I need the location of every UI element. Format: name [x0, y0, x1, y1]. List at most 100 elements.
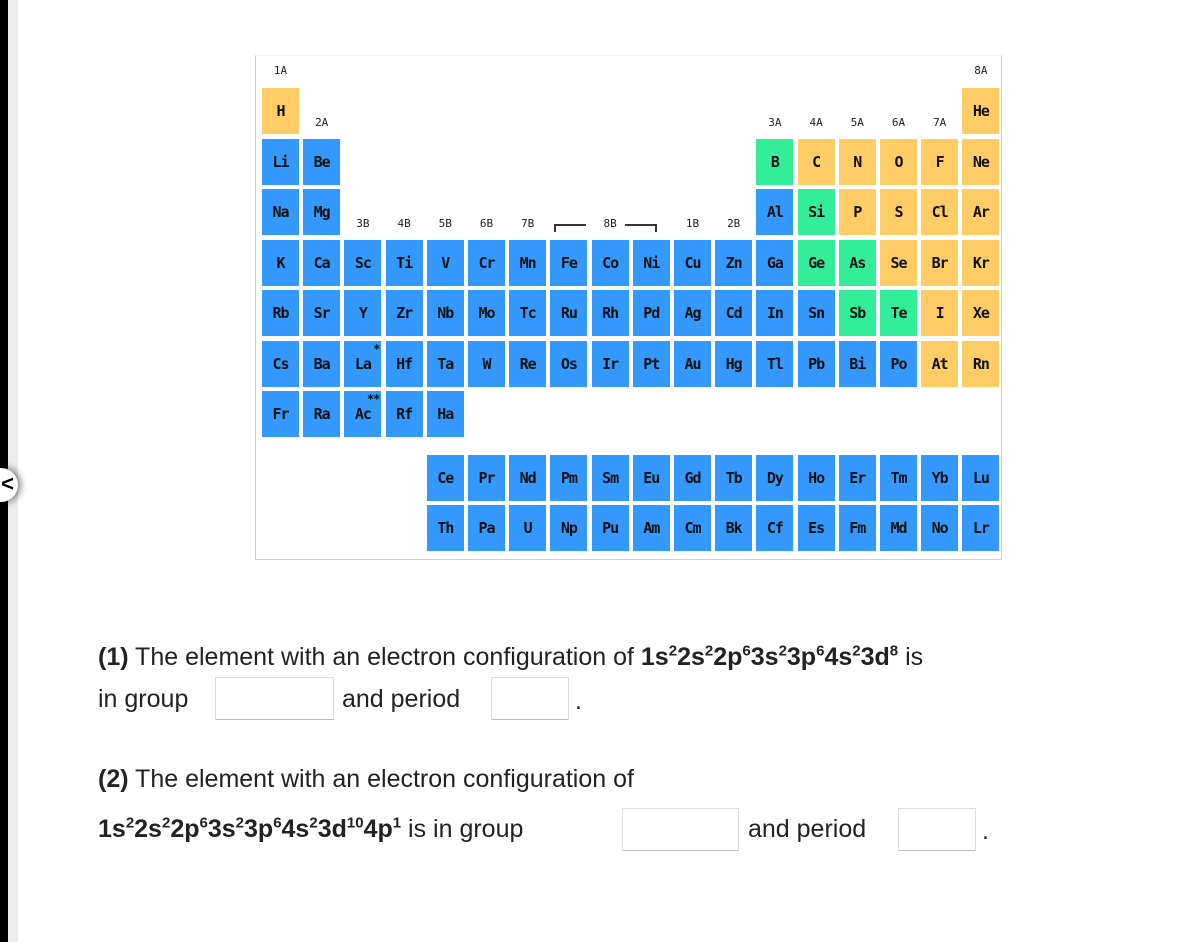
element-symbol: Te: [890, 304, 907, 322]
orbital: 3p: [244, 815, 274, 843]
element-sm: Sm: [591, 455, 629, 501]
element-c: C: [797, 138, 835, 185]
element-f: F: [921, 138, 959, 185]
element-symbol: Re: [519, 354, 537, 373]
element-s: S: [880, 189, 917, 235]
orbital: 4p: [363, 815, 393, 843]
element-rf: Rf: [385, 391, 423, 437]
electron-count: 6: [273, 814, 282, 832]
element-symbol: Si: [808, 203, 825, 221]
element-symbol: Bi: [849, 354, 866, 373]
orbital: 4s: [281, 815, 310, 843]
question-2-period-label: and period: [748, 815, 867, 843]
element-in: In: [756, 290, 794, 336]
element-ar: Ar: [962, 189, 1000, 235]
element-b: B: [756, 138, 794, 185]
element-symbol: Fe: [560, 253, 578, 272]
element-tb: Tb: [715, 455, 753, 501]
element-symbol: Y: [358, 304, 368, 322]
element-pd: Pd: [632, 290, 670, 336]
question-2-period-input[interactable]: [898, 808, 976, 851]
orbital: 2p: [713, 643, 743, 671]
question-1-group-input[interactable]: [215, 677, 334, 720]
group-label-2a: 2A: [315, 116, 329, 129]
element-pr: Pr: [468, 455, 505, 501]
element-no: No: [921, 505, 959, 551]
element-i: I: [921, 290, 959, 336]
element-cm: Cm: [674, 505, 711, 551]
element-symbol: Ru: [560, 304, 578, 322]
question-2-in-group-label: is in group: [401, 815, 524, 843]
element-v: V: [426, 239, 464, 286]
element-y: Y: [344, 290, 382, 336]
element-symbol: Be: [313, 152, 331, 171]
question-1-line-1: (1) The element with an electron configu…: [98, 640, 923, 674]
element-rn: Rn: [962, 340, 1000, 387]
element-symbol: Pr: [478, 469, 495, 487]
question-2-period-end: .: [982, 817, 989, 845]
element-symbol: Br: [931, 253, 949, 272]
orbital: 1s: [640, 643, 669, 671]
element-symbol: Es: [808, 519, 825, 537]
element-ba: Ba: [303, 340, 341, 387]
orbital: 4s: [824, 643, 853, 671]
element-symbol: Md: [890, 519, 907, 537]
element-symbol: Th: [437, 519, 454, 537]
question-2-group-input[interactable]: [622, 808, 739, 851]
element-bk: Bk: [715, 505, 753, 551]
element-symbol: B: [770, 152, 780, 171]
orbital: 3d: [317, 815, 347, 843]
element-symbol: N: [853, 152, 862, 171]
element-os: Os: [550, 340, 588, 387]
group-label-1b: 1B: [685, 217, 700, 230]
element-symbol: Nb: [437, 304, 454, 322]
element-sr: Sr: [303, 290, 341, 336]
element-fm: Fm: [838, 505, 876, 551]
element-symbol: Xe: [972, 304, 990, 322]
element-symbol: P: [853, 203, 862, 221]
element-rh: Rh: [591, 290, 629, 336]
group-label-8a: 8A: [974, 64, 988, 77]
element-u: U: [509, 505, 547, 551]
question-1-period-input[interactable]: [491, 677, 569, 720]
element-symbol: Ga: [766, 253, 784, 272]
element-au: Au: [674, 340, 711, 387]
element-symbol: Mg: [313, 203, 331, 221]
element-mo: Mo: [468, 290, 505, 336]
element-symbol: Np: [560, 519, 578, 537]
question-1-in-group-label: in group: [98, 685, 189, 713]
element-symbol: Hg: [725, 354, 743, 373]
element-symbol: Nd: [519, 469, 537, 487]
element-sb: Sb: [838, 290, 876, 336]
element-sc: Sc: [344, 239, 382, 286]
element-md: Md: [880, 505, 917, 551]
question-2-line-1: (2) The element with an electron configu…: [98, 762, 634, 796]
element-symbol: Rf: [396, 405, 413, 423]
element-symbol: Ce: [437, 469, 454, 487]
element-symbol: Fm: [849, 519, 866, 537]
group-label-5b: 5B: [438, 217, 452, 230]
element-la: La *: [344, 340, 382, 387]
group-label-6b: 6B: [479, 217, 494, 230]
element-symbol: O: [894, 152, 903, 171]
element-ne: Ne: [962, 138, 1000, 185]
electron-count: 6: [742, 642, 751, 660]
element-symbol: Sr: [313, 304, 331, 322]
question-1-period-label: and period: [342, 685, 461, 713]
element-symbol: Ra: [313, 405, 331, 423]
element-se: Se: [880, 239, 917, 286]
element-pt: Pt: [632, 340, 670, 387]
element-kr: Kr: [962, 239, 1000, 286]
group-label-5a: 5A: [850, 116, 864, 129]
electron-count: 2: [668, 642, 678, 660]
electron-count: 6: [199, 814, 208, 832]
element-cf: Cf: [756, 505, 794, 551]
orbital: 1s: [98, 815, 126, 843]
electron-count: 2: [309, 814, 318, 832]
element-zn: Zn: [715, 239, 753, 286]
element-symbol: Kr: [972, 253, 990, 272]
electron-count: 1: [392, 814, 402, 832]
element-symbol: Ge: [808, 253, 825, 272]
element-symbol: Cs: [272, 354, 289, 373]
element-n: N: [838, 138, 876, 185]
